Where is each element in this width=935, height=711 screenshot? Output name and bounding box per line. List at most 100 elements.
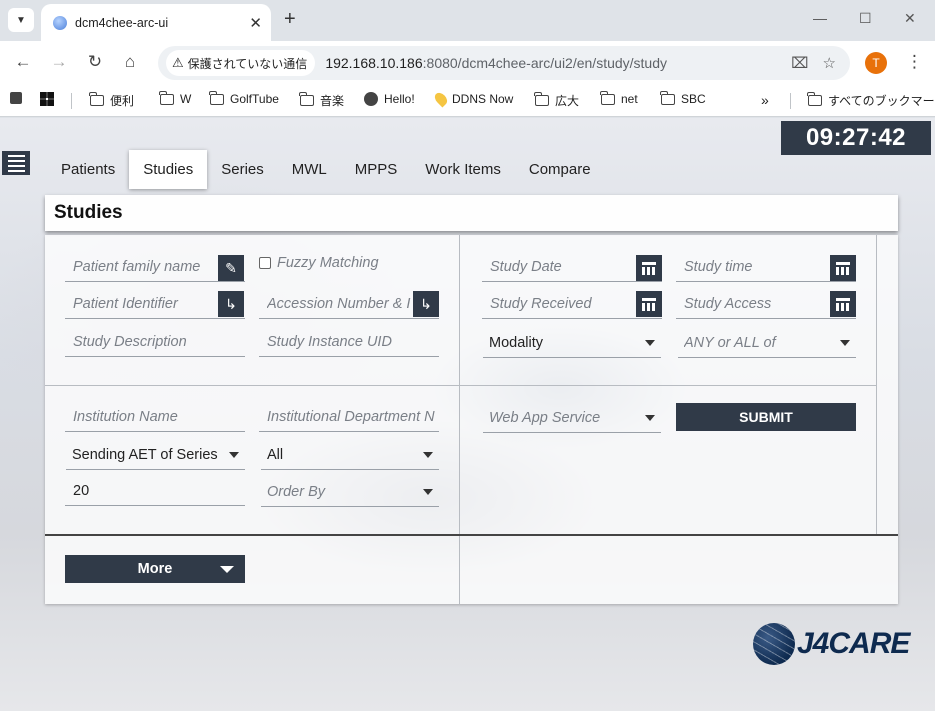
bookmark-folder-sbc[interactable]: SBC (660, 90, 706, 106)
more-label: More (137, 561, 173, 577)
checkbox-label: Fuzzy Matching (277, 255, 379, 271)
bookmark-folder-net[interactable]: net (600, 90, 638, 106)
folder-icon (209, 90, 224, 105)
more-bookmarks-double-chevron-icon[interactable]: » (761, 92, 769, 108)
study-time-input[interactable]: Study time (676, 252, 856, 282)
edit-pencil-icon[interactable]: ✎ (218, 255, 244, 281)
bookmark-folder-w[interactable]: W (159, 90, 191, 106)
app-viewport: 09:27:42 Patients Studies Series MWL MPP… (0, 118, 935, 711)
star-icon[interactable]: ☆ (823, 54, 836, 72)
browser-tab-strip: ▼ dcm4chee-arc-ui ✕ + — ☐ ✕ (0, 0, 935, 41)
study-filter-form: Patient family name ✎ Fuzzy Matching Pat… (45, 235, 898, 604)
tab-compare[interactable]: Compare (515, 150, 605, 189)
placeholder: Study Instance UID (267, 333, 392, 350)
address-bar[interactable]: ⚠ 保護されていない通信 192.168.10.186:8080/dcm4che… (158, 46, 850, 80)
bookmark-label: 音楽 (320, 94, 345, 108)
browser-toolbar: ← → ↻ ⌂ ⚠ 保護されていない通信 192.168.10.186:8080… (0, 41, 935, 85)
folder-icon (89, 92, 104, 106)
clock: 09:27:42 (781, 121, 931, 155)
bookmark-label: 便利 (110, 94, 135, 108)
folder-icon (807, 92, 822, 106)
apps-square-icon[interactable] (10, 92, 22, 104)
tab-mwl[interactable]: MWL (278, 150, 341, 189)
tab-close-icon[interactable]: ✕ (249, 14, 262, 32)
tab-series[interactable]: Series (207, 150, 278, 189)
study-date-input[interactable]: Study Date (482, 252, 662, 282)
main-tabs: Patients Studies Series MWL MPPS Work It… (47, 150, 605, 189)
reload-icon[interactable]: ↻ (84, 52, 106, 72)
bookmark-ddns-now[interactable]: DDNS Now (432, 90, 514, 108)
apps-grid-icon[interactable] (40, 92, 54, 106)
chevron-down-icon (423, 451, 433, 458)
bookmark-folder-golftube[interactable]: GolfTube (209, 90, 279, 106)
folder-icon (600, 90, 615, 105)
more-button[interactable]: More (65, 555, 245, 583)
calendar-icon[interactable] (636, 291, 662, 317)
bookmark-label: すべてのブックマーク (828, 94, 935, 108)
placeholder: Institution Name (73, 408, 178, 425)
calendar-icon[interactable] (830, 255, 856, 281)
placeholder: Study Description (73, 333, 187, 350)
study-access-input[interactable]: Study Access (676, 289, 856, 319)
study-instance-uid-input[interactable]: Study Instance UID (259, 327, 439, 357)
home-icon[interactable]: ⌂ (119, 52, 141, 72)
all-bookmarks-folder[interactable]: すべてのブックマーク (807, 92, 935, 109)
forward-arrow-icon[interactable]: → (48, 52, 70, 72)
translate-icon[interactable]: ⌧ (791, 54, 808, 72)
bookmark-label: SBC (681, 92, 706, 106)
folder-icon (299, 92, 314, 106)
window-close-icon[interactable]: ✕ (904, 10, 916, 27)
web-app-service-select[interactable]: Web App Service (483, 403, 661, 433)
new-tab-plus-icon[interactable]: + (284, 8, 296, 31)
url-text[interactable]: 192.168.10.186:8080/dcm4chee-arc/ui2/en/… (325, 55, 791, 71)
tab-patients[interactable]: Patients (47, 150, 129, 189)
bookmark-label: 広大 (555, 94, 580, 108)
fuzzy-matching-checkbox[interactable]: Fuzzy Matching (259, 255, 379, 271)
checkbox-icon[interactable] (259, 257, 271, 269)
tab-mpps[interactable]: MPPS (341, 150, 412, 189)
submit-button[interactable]: SUBMIT (676, 403, 856, 431)
issuer-arrow-icon[interactable]: ↳ (413, 291, 439, 317)
institution-name-input[interactable]: Institution Name (65, 402, 245, 432)
bookmark-folder-music[interactable]: 音楽 (299, 92, 345, 109)
globe-logo-icon (753, 623, 795, 665)
hamburger-menu-icon[interactable] (2, 151, 30, 175)
bookmark-label: DDNS Now (452, 92, 514, 106)
accession-number-input[interactable]: Accession Number & I (259, 289, 439, 319)
study-received-input[interactable]: Study Received (482, 289, 662, 319)
institutional-department-input[interactable]: Institutional Department N (259, 402, 439, 432)
folder-icon (159, 90, 174, 105)
select-placeholder: ANY or ALL of (684, 334, 776, 351)
calendar-icon[interactable] (830, 291, 856, 317)
issuer-arrow-icon[interactable]: ↳ (218, 291, 244, 317)
profile-avatar[interactable]: T (865, 52, 887, 74)
select-placeholder: Web App Service (489, 409, 601, 426)
calendar-icon[interactable] (636, 255, 662, 281)
bookmark-hello[interactable]: Hello! (364, 92, 415, 106)
security-label: 保護されていない通信 (187, 56, 308, 71)
kebab-menu-icon[interactable]: ⋮ (906, 52, 923, 72)
bookmark-folder-kodai[interactable]: 広大 (534, 92, 580, 109)
bookmark-label: Hello! (384, 92, 415, 106)
order-by-select[interactable]: Order By (261, 477, 439, 507)
back-arrow-icon[interactable]: ← (12, 52, 34, 72)
tab-studies[interactable]: Studies (129, 150, 208, 189)
browser-tab[interactable]: dcm4chee-arc-ui ✕ (41, 4, 271, 41)
tab-work-items[interactable]: Work Items (411, 150, 515, 189)
sending-aet-select[interactable]: Sending AET of Series (66, 440, 245, 470)
limit-input[interactable]: 20 (65, 476, 245, 506)
tab-search-chevron-down-icon[interactable]: ▼ (8, 8, 34, 32)
security-chip[interactable]: ⚠ 保護されていない通信 (166, 50, 316, 76)
any-or-all-select[interactable]: ANY or ALL of (678, 328, 856, 358)
aet-scope-select[interactable]: All (261, 440, 439, 470)
bookmark-folder-benri[interactable]: 便利 (89, 92, 135, 109)
select-value: Modality (489, 334, 543, 351)
study-description-input[interactable]: Study Description (65, 327, 245, 357)
chevron-down-icon (645, 339, 655, 346)
chevron-down-icon (423, 488, 433, 495)
maximize-icon[interactable]: ☐ (859, 10, 872, 27)
pin-icon (432, 90, 450, 108)
minimize-icon[interactable]: — (813, 10, 827, 26)
bookmark-label: GolfTube (230, 92, 279, 106)
modality-select[interactable]: Modality (483, 328, 661, 358)
